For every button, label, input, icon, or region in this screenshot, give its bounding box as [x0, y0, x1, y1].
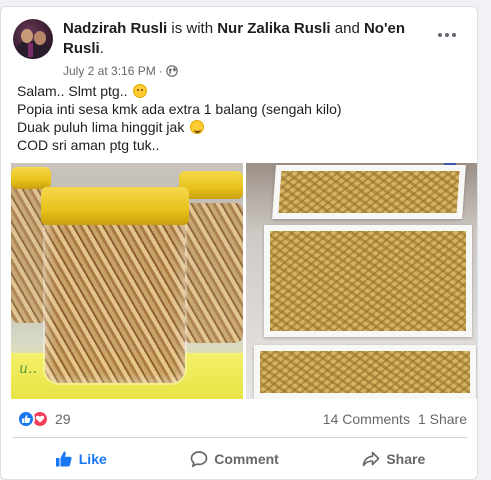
post-meta: July 2 at 3:16 PM ·	[63, 63, 178, 79]
photo-mat-text: u..	[19, 361, 37, 377]
post-text: Salam.. Slmt ptg.. Popia inti sesa kmk a…	[17, 82, 467, 154]
post-line-2: Popia inti sesa kmk ada extra 1 balang (…	[17, 101, 342, 117]
share-arrow-icon	[362, 450, 380, 468]
tray-middle-fill	[270, 231, 466, 331]
avatar-face-left	[21, 29, 33, 43]
globe-icon[interactable]	[165, 65, 178, 77]
lid-back-left	[11, 167, 51, 189]
avatar-scarf	[17, 41, 49, 59]
avatar[interactable]	[13, 19, 53, 59]
jar-main	[45, 215, 185, 383]
tray-top	[272, 165, 466, 219]
tray-bottom-fill	[260, 351, 470, 393]
post-author-line: Nadzirah Rusli is with Nur Zalika Rusli …	[63, 19, 433, 59]
share-button[interactable]: Share	[352, 444, 435, 474]
share-label: Share	[386, 451, 426, 467]
avatar-tie	[28, 43, 33, 57]
comment-label: Comment	[214, 451, 279, 467]
like-label: Like	[78, 451, 107, 467]
post-line-4: COD sri aman ptg tuk..	[17, 137, 160, 153]
tray-bottom	[254, 345, 476, 399]
reaction-count[interactable]: 29	[55, 411, 71, 427]
like-reaction-icon	[17, 410, 35, 428]
meta-separator: ·	[158, 64, 163, 78]
tagged-user-1[interactable]: Nur Zalika Rusli	[217, 20, 330, 37]
with-text: is with	[171, 20, 214, 37]
crying-emoji-icon	[190, 120, 205, 134]
post-line-3-text: Duak puluh lima hinggit jak	[17, 119, 185, 135]
post-photos: u..	[11, 163, 477, 399]
post-header: Nadzirah Rusli is with Nur Zalika Rusli …	[13, 19, 467, 78]
comment-bubble-icon	[190, 450, 208, 468]
tray-top-fill	[278, 171, 460, 213]
reaction-icons[interactable]	[17, 410, 49, 428]
reactions-row: 29 14 Comments 1 Share	[17, 409, 467, 429]
like-button[interactable]: Like	[45, 444, 117, 474]
more-dot	[452, 33, 456, 37]
comment-button[interactable]: Comment	[180, 444, 289, 474]
post-timestamp[interactable]: July 2 at 3:16 PM	[63, 63, 156, 79]
more-dot	[438, 33, 442, 37]
post-line-1: Salam.. Slmt ptg..	[17, 82, 467, 100]
tray-middle	[264, 225, 472, 337]
post-line-3: Duak puluh lima hinggit jak	[17, 118, 467, 136]
avatar-face-right	[34, 31, 46, 45]
period-text: .	[99, 40, 104, 57]
thumbs-up-icon	[55, 450, 73, 468]
lid-main	[41, 187, 189, 225]
jar-back-right	[183, 203, 243, 343]
photo-jars[interactable]: u..	[11, 163, 243, 399]
more-options-icon[interactable]	[431, 23, 463, 47]
smile-emoji-icon	[133, 84, 148, 98]
photo-trays[interactable]	[246, 163, 477, 399]
comments-count[interactable]: 14 Comments	[323, 411, 410, 427]
post-card: Nadzirah Rusli is with Nur Zalika Rusli …	[0, 6, 478, 480]
post-stats: 14 Comments 1 Share	[323, 411, 467, 427]
post-actions: Like Comment Share	[13, 441, 467, 477]
actions-divider	[13, 437, 467, 438]
more-dot	[445, 33, 449, 37]
and-text: and	[334, 20, 360, 37]
author-name[interactable]: Nadzirah Rusli	[63, 20, 167, 37]
post-line-1-text: Salam.. Slmt ptg..	[17, 83, 128, 99]
shares-count[interactable]: 1 Share	[418, 411, 467, 427]
